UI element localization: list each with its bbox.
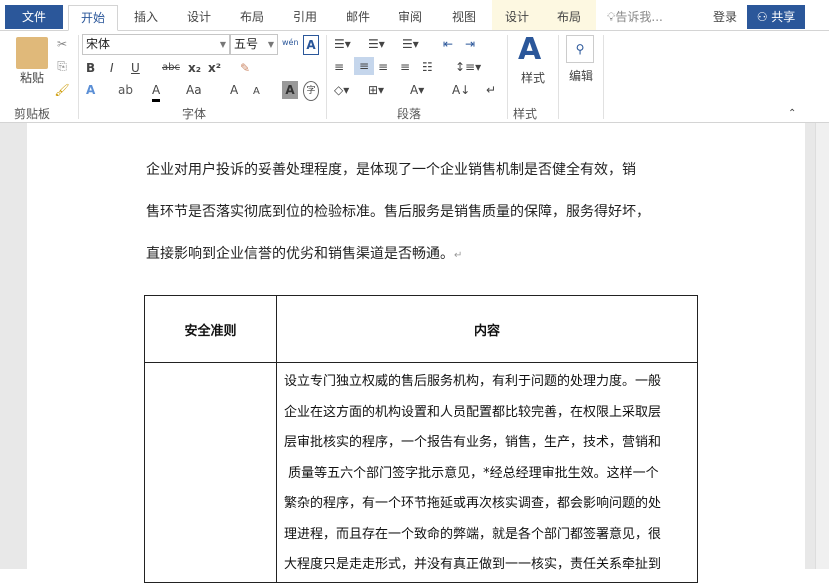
strikethrough-button[interactable]: abc [162,59,180,77]
body-paragraph: 企业对用户投诉的妥善处理程度，是体现了一个企业销售机制是否健全有效，销 售环节是… [146,149,706,277]
superscript-button[interactable]: x² [208,59,221,77]
phonetic-guide-icon[interactable]: wén [282,34,299,52]
bullets-icon[interactable]: ☰▾ [334,35,351,53]
tab-table-design[interactable]: 设计 [492,0,542,30]
person-add-icon: ⚇ [756,10,772,24]
bold-button[interactable]: B [86,59,95,77]
align-left-icon[interactable]: ≡ [334,58,344,76]
paste-icon[interactable] [16,37,48,69]
highlight-icon[interactable]: ab [118,81,133,99]
tab-design[interactable]: 设计 [176,5,222,31]
change-case-button[interactable]: Aa [186,81,202,99]
signin-link[interactable]: 登录 [705,5,745,31]
sort-icon[interactable]: A↓ [452,81,470,99]
tab-table-layout[interactable]: 布局 [542,0,596,30]
content-line: 质量等五六个部门签字批示意见，*经总经理审批生效。这样一个 [284,465,659,481]
font-color-icon[interactable]: A [152,81,161,102]
table-cell-content: 设立专门独立权威的售后服务机构，有利于问题的处理力度。一般 企业在这方面的机构设… [276,362,698,583]
ribbon: 粘贴 ✂ ⎘ 🖌︎ 剪贴板 宋体 ▼ 五号 ▼ wén A B I U abc x₂… [0,31,829,123]
subscript-button[interactable]: x₂ [188,59,201,77]
justify-icon[interactable]: ≡ [400,58,410,76]
paragraph-line: 售环节是否落实彻底到位的检验标准。售后服务是销售质量的保障，服务得好坏， [146,204,650,220]
shrink-font-button[interactable]: A [253,83,260,101]
clipboard-group-label: 剪贴板 [14,107,51,121]
align-right-icon[interactable]: ≡ [378,58,388,76]
table-header-content: 内容 [276,295,698,363]
italic-button[interactable]: I [110,59,114,77]
tab-view[interactable]: 视图 [441,5,487,31]
editing-button[interactable]: 编辑 [566,67,596,85]
share-button[interactable]: ⚇ 共享 [747,5,805,29]
styles-group-label: 样式 [513,107,538,121]
tab-references[interactable]: 引用 [282,5,328,31]
content-line: 大程度只是走走形式，并没有真正做到一一核实，责任关系牵扯到 [284,557,662,572]
tab-home[interactable]: 开始 [68,5,118,31]
numbering-icon[interactable]: ☰▾ [368,35,385,53]
distributed-icon[interactable]: ☷ [422,58,433,76]
underline-button[interactable]: U [131,59,140,77]
ribbon-tabs: 文件 开始 插入 设计 布局 引用 邮件 审阅 视图 设计 布局 💡︎告诉我..… [0,0,829,31]
vertical-scrollbar[interactable] [815,123,829,569]
chinese-layout-icon[interactable]: A▾ [410,81,424,99]
char-border-icon[interactable]: A [303,35,319,55]
format-painter-icon[interactable]: 🖌︎ [54,81,70,99]
grow-font-button[interactable]: A [230,81,238,99]
styles-icon[interactable]: A [518,33,541,67]
paste-button[interactable]: 粘贴 [14,69,50,87]
show-marks-icon[interactable]: ↵ [486,81,496,99]
increase-indent-icon[interactable]: ⇥ [465,35,475,53]
tab-layout[interactable]: 布局 [229,5,275,31]
borders-icon[interactable]: ⊞▾ [368,81,384,99]
paragraph-line: 直接影响到企业信誉的优劣和销售渠道是否畅通。↵ [146,246,463,262]
content-line: 层审批核实的程序，一个报告有业务，销售，生产，技术，营销和 [284,435,662,450]
table-header-rule: 安全准则 [144,295,277,363]
decrease-indent-icon[interactable]: ⇤ [443,35,453,53]
guidelines-table: 安全准则 内容 设立专门独立权威的售后服务机构，有利于问题的处理力度。一般 企业… [144,295,698,583]
font-group-label: 字体 [182,107,207,121]
tell-me-search[interactable]: 💡︎告诉我... [607,5,687,31]
content-line: 设立专门独立权威的售后服务机构，有利于问题的处理力度。一般 [284,374,662,389]
collapse-ribbon-icon[interactable]: ⌃ [788,105,796,123]
multilevel-list-icon[interactable]: ☰▾ [402,35,419,53]
styles-button[interactable]: 样式 [518,69,548,87]
paragraph-line: 企业对用户投诉的妥善处理程度，是体现了一个企业销售机制是否健全有效，销 [146,162,636,178]
tab-mailings[interactable]: 邮件 [335,5,381,31]
shading-icon[interactable]: ◇▾ [334,81,349,99]
char-shading-button[interactable]: A [282,81,298,99]
line-spacing-icon[interactable]: ↕≡▾ [455,58,481,76]
cut-icon[interactable]: ✂ [54,35,70,53]
align-center-icon[interactable]: ≡ [354,57,374,75]
table-cell-rule [144,362,277,583]
content-line: 企业在这方面的机构设置和人员配置都比较完善，在权限上采取层 [284,404,662,420]
search-icon[interactable]: ⚲ [566,35,594,63]
copy-icon[interactable]: ⎘ [54,57,70,75]
font-size-select[interactable]: 五号 ▼ [230,34,278,55]
content-line: 繁杂的程序，有一个环节拖延或再次核实调查，都会影响问题的处 [284,496,662,511]
tab-insert[interactable]: 插入 [123,5,169,31]
enclose-char-button[interactable]: 字 [303,81,319,101]
clear-format-icon[interactable]: ✎ [240,59,250,77]
text-effects-icon[interactable]: A [86,81,95,99]
tab-review[interactable]: 审阅 [387,5,433,31]
tab-file[interactable]: 文件 [5,5,63,29]
paragraph-group-label: 段落 [397,107,422,121]
content-line: 理进程，而且存在一个致命的弊端，就是各个部门都签署意见，很 [284,526,662,542]
font-name-select[interactable]: 宋体 ▼ [82,34,230,55]
